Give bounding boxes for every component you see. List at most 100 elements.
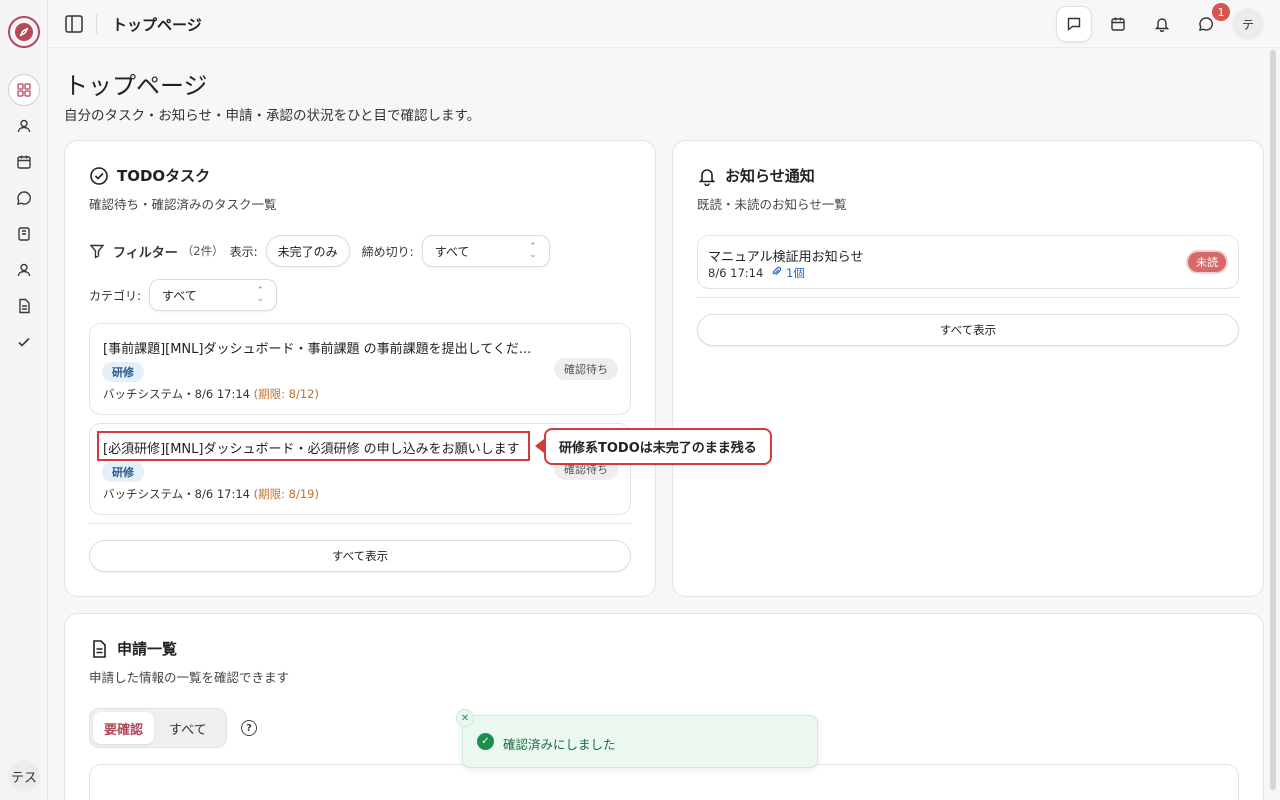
deadline-select-value: すべて <box>434 244 470 259</box>
check-circle-icon: ✓ <box>477 733 494 750</box>
task-category-tag: 研修 <box>102 362 144 382</box>
task-status-badge: 確認待ち <box>554 358 618 380</box>
todo-filter-row: フィルター （2件） 表示: 未完了のみ 締め切り: すべて ⌃ ⌄ <box>89 235 550 267</box>
applications-segmented-control: 要確認 すべて <box>89 708 227 748</box>
todo-card: TODOタスク 確認待ち・確認済みのタスク一覧 フィルター （2件） 表示: 未… <box>64 140 656 597</box>
chat-button[interactable] <box>1188 6 1224 42</box>
sidebar-item-calendar[interactable] <box>8 146 40 178</box>
breadcrumb: トップページ <box>112 16 202 34</box>
panel-icon <box>65 15 83 33</box>
task-due: (期限: 8/19) <box>253 487 319 501</box>
highlight-box <box>97 431 530 461</box>
applications-card-title: 申請一覧 <box>117 640 178 658</box>
toast-message: 確認済みにしました <box>503 737 616 752</box>
check-icon <box>18 337 30 347</box>
chevron-updown-icon: ⌃ ⌄ <box>529 242 537 260</box>
task-source: バッチシステム・8/6 17:14 <box>103 387 250 401</box>
bell-icon <box>1154 18 1170 32</box>
applications-card-subtitle: 申請した情報の一覧を確認できます <box>89 670 290 685</box>
task-source: バッチシステム・8/6 17:14 <box>103 487 250 501</box>
notice-date: 8/6 17:14 <box>708 266 764 280</box>
todo-card-header: TODOタスク <box>89 165 210 186</box>
divider <box>89 523 631 524</box>
category-label: カテゴリ: <box>89 288 142 303</box>
sidebar-item-applications[interactable] <box>8 290 40 322</box>
annotation-callout: 研修系TODOは未完了のまま残る <box>544 428 772 465</box>
unread-badge: 未読 <box>1186 250 1228 274</box>
category-filter-row: カテゴリ: すべて ⌃ ⌄ <box>89 279 278 311</box>
sidebar-item-dashboard[interactable] <box>8 74 40 106</box>
sidebar-toggle-button[interactable] <box>62 12 86 36</box>
divider <box>96 14 97 34</box>
applications-list <box>89 764 1239 800</box>
notice-attachment: 1個 <box>771 265 805 281</box>
category-select[interactable]: すべて ⌃ ⌄ <box>149 279 278 311</box>
notice-attachment-count: 1個 <box>785 266 805 280</box>
sidebar-item-chat[interactable] <box>8 182 40 214</box>
filter-count: （2件） <box>181 244 224 258</box>
user-icon <box>17 263 31 277</box>
divider <box>697 297 1239 298</box>
messages-button[interactable] <box>1056 6 1092 42</box>
paperclip-icon <box>772 266 782 276</box>
task-title: [事前課題][MNL]ダッシュボード・事前課題 の事前課題を提出してくだ... <box>103 342 532 357</box>
task-due: (期限: 8/12) <box>253 387 319 401</box>
display-toggle-button[interactable]: 未完了のみ <box>265 235 350 267</box>
deadline-select[interactable]: すべて ⌃ ⌄ <box>421 235 550 267</box>
todo-card-title: TODOタスク <box>117 167 211 185</box>
notifications-button[interactable] <box>1144 6 1180 42</box>
toast-notification: ✕ ✓ 確認済みにしました <box>456 709 818 768</box>
calendar-button[interactable] <box>1100 6 1136 42</box>
document-icon <box>19 298 30 314</box>
deadline-label: 締め切り: <box>361 244 414 259</box>
page-description: 自分のタスク・お知らせ・申請・承認の状況をひと目で確認します。 <box>64 108 481 124</box>
tab-all[interactable]: すべて <box>158 712 218 744</box>
avatar[interactable]: テス <box>8 760 40 792</box>
todo-show-all-button[interactable]: すべて表示 <box>89 540 631 572</box>
check-circle-icon <box>90 166 108 185</box>
user-icon <box>17 119 31 133</box>
task-meta: バッチシステム・8/6 17:14 (期限: 8/12) <box>103 386 319 402</box>
sidebar-item-approvals[interactable] <box>8 326 40 358</box>
notices-show-all-button[interactable]: すべて表示 <box>697 314 1239 346</box>
tab-needs-review[interactable]: 要確認 <box>93 712 155 744</box>
display-label: 表示: <box>229 244 258 259</box>
task-item[interactable]: [事前課題][MNL]ダッシュボード・事前課題 の事前課題を提出してくだ... … <box>89 323 631 415</box>
sidebar-item-manual[interactable] <box>8 218 40 250</box>
category-select-value: すべて <box>162 288 197 303</box>
calendar-icon <box>1111 17 1125 31</box>
notice-meta: 8/6 17:14 1個 <box>708 265 805 281</box>
help-icon[interactable]: ? <box>241 720 257 736</box>
sidebar-item-users[interactable] <box>8 254 40 286</box>
notice-item[interactable]: マニュアル検証用お知らせ 8/6 17:14 1個 未読 <box>697 235 1239 289</box>
notices-card-subtitle: 既読・未読のお知らせ一覧 <box>697 197 847 212</box>
page-title: トップページ <box>64 72 208 100</box>
sidebar-item-profile[interactable] <box>8 110 40 142</box>
topbar: トップページ 1 テ <box>48 0 1280 48</box>
task-category-tag: 研修 <box>102 462 144 482</box>
compass-icon <box>15 23 33 41</box>
app-logo[interactable] <box>8 16 40 48</box>
bell-icon <box>698 168 716 186</box>
grid-icon <box>17 83 31 97</box>
applications-card-header: 申請一覧 <box>89 638 177 659</box>
callout-arrow <box>535 439 544 453</box>
scrollbar[interactable] <box>1270 50 1276 790</box>
close-icon[interactable]: ✕ <box>456 709 474 727</box>
notices-card-title: お知らせ通知 <box>725 167 815 185</box>
book-icon <box>18 227 30 241</box>
message-square-icon <box>1067 17 1081 31</box>
notices-card: お知らせ通知 既読・未読のお知らせ一覧 マニュアル検証用お知らせ 8/6 17:… <box>672 140 1264 597</box>
calendar-icon <box>17 155 31 169</box>
user-avatar[interactable]: テ <box>1232 8 1264 40</box>
filter-label: フィルター <box>113 245 178 261</box>
chevron-updown-icon: ⌃ ⌄ <box>256 286 265 304</box>
notice-title: マニュアル検証用お知らせ <box>708 250 864 265</box>
file-text-icon <box>93 639 106 658</box>
chat-icon <box>1199 17 1213 31</box>
chat-icon <box>17 191 31 205</box>
notices-card-header: お知らせ通知 <box>697 165 815 186</box>
sidebar: テス <box>0 0 48 800</box>
applications-card: 申請一覧 申請した情報の一覧を確認できます 要確認 すべて ? <box>64 613 1264 800</box>
task-meta: バッチシステム・8/6 17:14 (期限: 8/19) <box>103 486 319 502</box>
